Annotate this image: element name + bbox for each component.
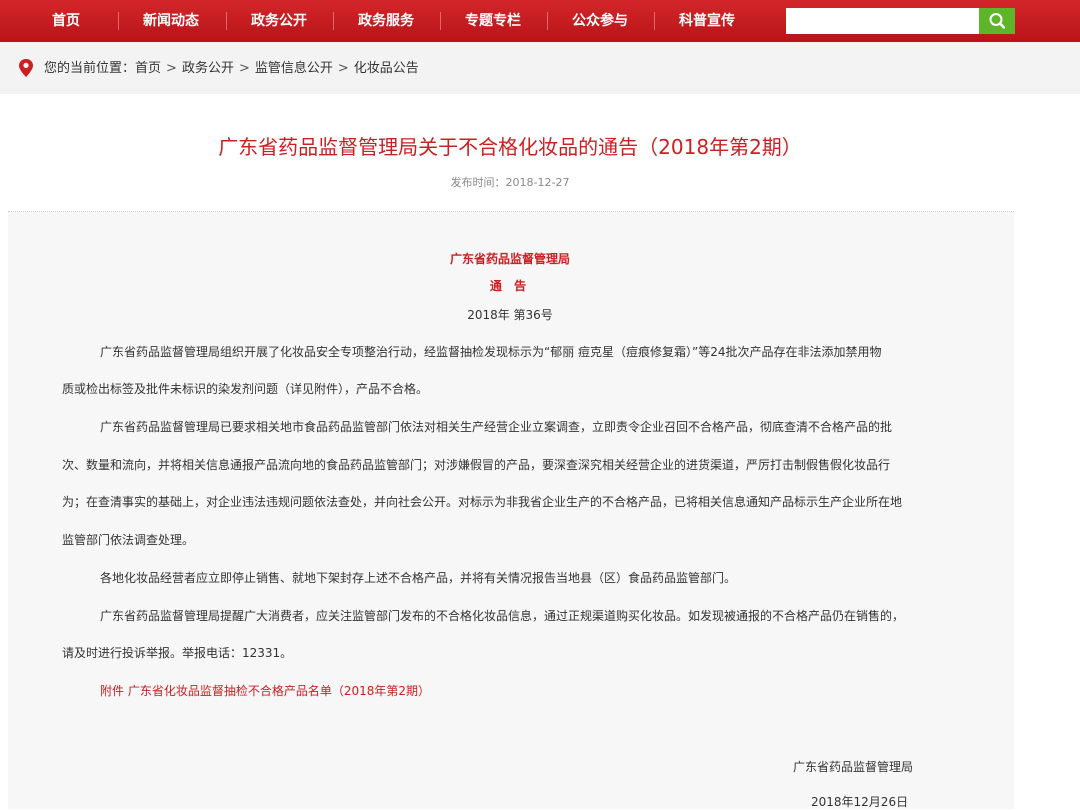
notice-heading: 通 告 (489, 279, 531, 293)
nav-separator (118, 12, 119, 30)
signature-date: 2018年12月26日 (811, 795, 909, 809)
breadcrumb-home[interactable]: 首页 (135, 61, 161, 76)
nav-separator (333, 12, 334, 30)
nav-item-public-participation[interactable]: 公众参与 (559, 0, 641, 42)
breadcrumb-separator: > (337, 61, 349, 76)
signature-org: 广东省药品监督管理局 (793, 760, 914, 774)
paragraph-line: 请及时进行投诉举报。举报电话：12331。 (62, 646, 293, 660)
paragraph-line: 广东省药品监督管理局已要求相关地市食品药品监管部门依法对相关生产经营企业立案调查… (100, 420, 893, 434)
breadcrumb-cosmetics-notice[interactable]: 化妆品公告 (354, 61, 419, 76)
attachment-link[interactable]: 附件 广东省化妆品监督抽检不合格产品名单（2018年第2期） (100, 683, 430, 699)
nav-item-news[interactable]: 新闻动态 (130, 0, 212, 42)
nav-item-science-promo[interactable]: 科普宣传 (666, 0, 748, 42)
paragraph-line: 为；在查清事实的基础上，对企业违法违规问题依法查处，并向社会公开。对标示为非我省… (62, 495, 903, 509)
breadcrumb-separator: > (238, 61, 250, 76)
search-button[interactable] (979, 8, 1015, 34)
breadcrumb: 您的当前位置：首页 > 政务公开 > 监管信息公开 > 化妆品公告 (44, 60, 419, 78)
search-icon (989, 13, 1006, 29)
nav-separator (654, 12, 655, 30)
nav-item-special-topics[interactable]: 专题专栏 (452, 0, 534, 42)
article-body (8, 212, 1014, 809)
nav-item-home[interactable]: 首页 (28, 0, 104, 42)
breadcrumb-gov-affairs[interactable]: 政务公开 (182, 61, 234, 76)
nav-separator (547, 12, 548, 30)
breadcrumb-regulatory-info[interactable]: 监管信息公开 (255, 61, 333, 76)
top-nav: 首页 新闻动态 政务公开 政务服务 专题专栏 公众参与 科普宣传 (0, 0, 1080, 42)
paragraph-line: 质或检出标签及批件未标识的染发剂问题（详见附件），产品不合格。 (62, 382, 429, 396)
document-number: 2018年 第36号 (467, 308, 553, 322)
search-input[interactable] (786, 8, 979, 34)
nav-separator (440, 12, 441, 30)
paragraph-line: 广东省药品监督管理局提醒广大消费者，应关注监管部门发布的不合格化妆品信息，通过正… (100, 609, 905, 623)
paragraph-line: 各地化妆品经营者应立即停止销售、就地下架封存上述不合格产品，并将有关情况报告当地… (100, 571, 737, 585)
nav-separator (226, 12, 227, 30)
page-title: 广东省药品监督管理局关于不合格化妆品的通告（2018年第2期） (218, 135, 802, 159)
paragraph-line: 监管部门依法调查处理。 (62, 533, 195, 547)
issuing-org: 广东省药品监督管理局 (449, 252, 570, 266)
location-pin-icon (19, 59, 33, 77)
breadcrumb-separator: > (166, 61, 177, 76)
publish-time: 发布时间：2018-12-27 (450, 176, 570, 189)
nav-item-gov-services[interactable]: 政务服务 (345, 0, 427, 42)
paragraph-line: 次、数量和流向，并将相关信息通报产品流向地的食品药品监管部门；对涉嫌假冒的产品，… (62, 458, 891, 472)
breadcrumb-prefix: 您的当前位置： (44, 61, 136, 76)
paragraph-line: 广东省药品监督管理局组织开展了化妆品安全专项整治行动，经监督抽检发现标示为“郁丽… (100, 345, 882, 359)
nav-item-gov-affairs[interactable]: 政务公开 (238, 0, 320, 42)
